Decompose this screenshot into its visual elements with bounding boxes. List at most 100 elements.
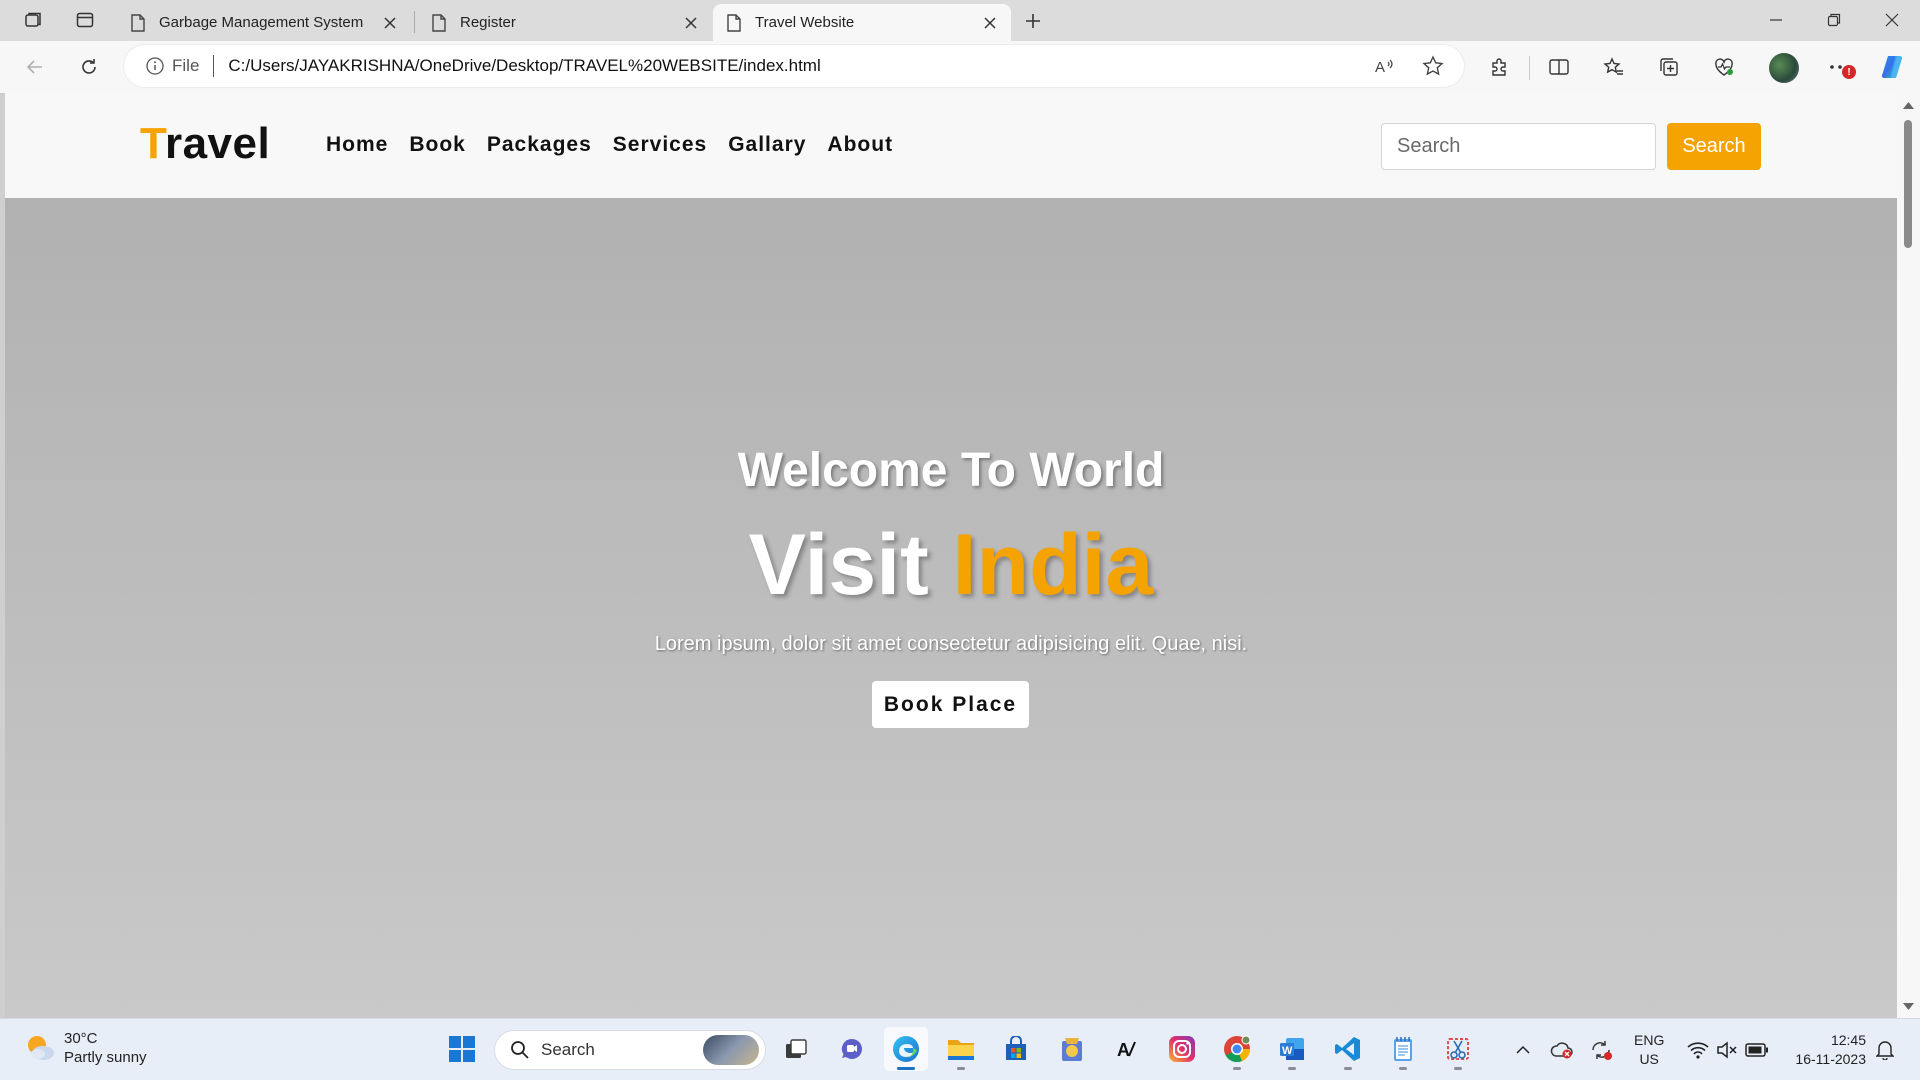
hero-description: Lorem ipsum, dolor sit amet consectetur …: [654, 633, 1248, 655]
weather-condition: Partly sunny: [64, 1049, 147, 1066]
tab-actions-icon[interactable]: [70, 6, 100, 34]
notepad-icon[interactable]: [1381, 1027, 1425, 1071]
extensions-icon[interactable]: [1482, 50, 1516, 84]
svg-text:W: W: [1282, 1045, 1293, 1057]
tab-register[interactable]: Register: [418, 4, 712, 41]
browser-essentials-icon[interactable]: [1707, 50, 1741, 84]
vscode-icon[interactable]: [1326, 1027, 1370, 1071]
favorite-star-icon[interactable]: [1416, 49, 1450, 83]
tab-strip: Garbage Management System Register Trave…: [0, 0, 1920, 41]
logo-accent: T: [140, 119, 165, 168]
scroll-down-arrow-icon[interactable]: [1902, 1000, 1915, 1013]
site-logo[interactable]: Travel: [140, 119, 270, 169]
close-icon[interactable]: [979, 12, 1001, 34]
site-search-button[interactable]: Search: [1667, 123, 1761, 170]
chrome-icon[interactable]: [1215, 1027, 1259, 1071]
clock-date: 16-11-2023: [1795, 1051, 1866, 1067]
address-bar[interactable]: File C:/Users/JAYAKRISHNA/OneDrive/Deskt…: [124, 45, 1464, 87]
hero-title: Visit India: [5, 516, 1897, 615]
address-divider: [213, 55, 215, 77]
close-icon[interactable]: [379, 12, 401, 34]
microsoft-store-icon[interactable]: [994, 1027, 1038, 1071]
tab-title: Travel Website: [755, 14, 855, 31]
svg-text:A: A: [1375, 59, 1385, 76]
notification-badge: !: [1842, 65, 1856, 79]
windows-taskbar: 30°C Partly sunny Search A W ENG US 12:4…: [0, 1018, 1920, 1080]
partly-sunny-icon: [24, 1032, 56, 1064]
wifi-icon[interactable]: [1685, 1037, 1711, 1063]
close-icon[interactable]: [680, 12, 702, 34]
page-icon: [725, 13, 743, 32]
snipping-tool-icon[interactable]: [1436, 1027, 1480, 1071]
tab-divider: [414, 11, 415, 33]
page-icon: [430, 13, 448, 32]
language-indicator[interactable]: ENG US: [1634, 1031, 1664, 1069]
site-navbar: Travel Home Book Packages Services Galla…: [5, 93, 1897, 198]
hero-section: Welcome To World Visit India Lorem ipsum…: [5, 198, 1897, 1018]
refresh-button[interactable]: [72, 50, 106, 84]
favorites-icon[interactable]: [1597, 50, 1631, 84]
sync-icon[interactable]: [1588, 1037, 1614, 1063]
book-place-button[interactable]: Book Place: [872, 681, 1029, 728]
back-button[interactable]: [18, 50, 52, 84]
scrollbar-thumb[interactable]: [1904, 120, 1912, 248]
scheme-label: File: [172, 56, 200, 75]
workspaces-icon[interactable]: [18, 6, 48, 34]
start-button[interactable]: [440, 1027, 484, 1071]
instagram-icon[interactable]: [1160, 1027, 1204, 1071]
tab-travel-website[interactable]: Travel Website: [713, 4, 1011, 41]
weather-temp: 30°C: [64, 1030, 98, 1047]
toolbar-divider: [1529, 56, 1530, 80]
word-icon[interactable]: W: [1270, 1027, 1314, 1071]
system-clock[interactable]: 12:45 16-11-2023: [1786, 1031, 1866, 1069]
file-explorer-icon[interactable]: [939, 1027, 983, 1071]
language-code: ENG: [1634, 1032, 1665, 1048]
restore-button[interactable]: [1806, 0, 1862, 40]
teams-chat-icon[interactable]: [830, 1027, 874, 1071]
split-screen-icon[interactable]: [1542, 50, 1576, 84]
chevron-up-icon[interactable]: [1510, 1037, 1536, 1063]
battery-icon[interactable]: [1744, 1037, 1770, 1063]
main-nav: Home Book Packages Services Gallary Abou…: [326, 133, 914, 157]
info-icon[interactable]: [144, 55, 166, 77]
page-icon: [129, 13, 147, 32]
nav-home[interactable]: Home: [326, 133, 388, 157]
app-icon[interactable]: [1050, 1027, 1094, 1071]
new-tab-button[interactable]: [1017, 6, 1049, 36]
tab-garbage-management[interactable]: Garbage Management System: [117, 4, 411, 41]
notification-bell-icon[interactable]: [1872, 1037, 1898, 1063]
browser-toolbar: File C:/Users/JAYAKRISHNA/OneDrive/Deskt…: [0, 41, 1920, 93]
logo-rest: ravel: [164, 119, 271, 168]
site-search-input[interactable]: [1381, 123, 1656, 170]
nav-gallary[interactable]: Gallary: [728, 133, 806, 157]
hero-subtitle: Welcome To World: [737, 444, 1165, 497]
taskbar-search[interactable]: Search: [494, 1030, 766, 1070]
task-view-icon[interactable]: [774, 1027, 818, 1071]
profile-avatar[interactable]: [1769, 53, 1799, 83]
svg-text:A: A: [1117, 1040, 1130, 1060]
read-aloud-icon[interactable]: A: [1368, 49, 1402, 83]
minimize-button[interactable]: [1748, 0, 1804, 40]
onedrive-icon[interactable]: [1549, 1037, 1575, 1063]
page-scrollbar[interactable]: [1897, 93, 1920, 1018]
url-text[interactable]: C:/Users/JAYAKRISHNA/OneDrive/Desktop/TR…: [228, 56, 1368, 76]
clock-time: 12:45: [1830, 1032, 1866, 1048]
hero-title-plain: Visit: [748, 517, 953, 613]
edge-browser-icon[interactable]: [884, 1027, 928, 1071]
nav-about[interactable]: About: [827, 133, 893, 157]
nav-book[interactable]: Book: [409, 133, 466, 157]
weather-widget[interactable]: 30°C Partly sunny: [24, 1029, 147, 1067]
collections-icon[interactable]: [1652, 50, 1686, 84]
copilot-icon[interactable]: [1876, 50, 1910, 84]
volume-muted-icon[interactable]: [1714, 1037, 1740, 1063]
page-viewport: Travel Home Book Packages Services Galla…: [5, 93, 1897, 1018]
font-app-icon[interactable]: A: [1105, 1027, 1149, 1071]
hero-title-accent: India: [952, 517, 1154, 613]
close-window-button[interactable]: [1864, 0, 1920, 40]
nav-packages[interactable]: Packages: [487, 133, 592, 157]
nav-services[interactable]: Services: [613, 133, 707, 157]
tab-title: Garbage Management System: [159, 14, 364, 31]
search-highlight-image: [703, 1035, 759, 1065]
scroll-up-arrow-icon[interactable]: [1902, 98, 1915, 111]
language-region: US: [1639, 1051, 1659, 1067]
